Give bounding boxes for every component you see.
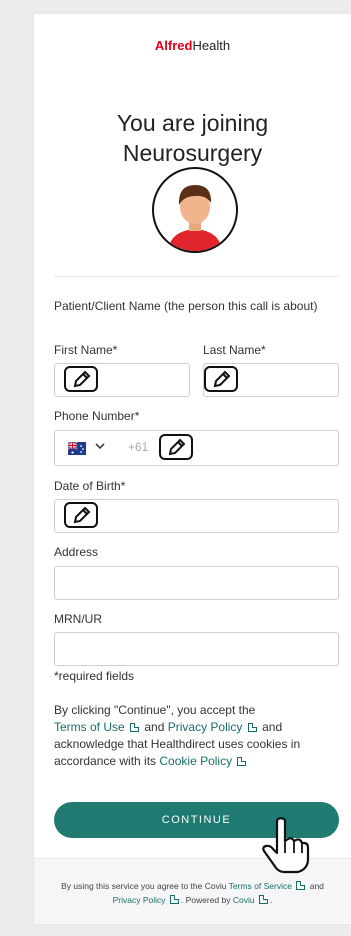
- cookie-policy-link[interactable]: Cookie Policy: [159, 754, 232, 768]
- address-label: Address: [54, 545, 99, 559]
- phone-prefix: +61: [128, 440, 149, 454]
- coviu-terms-link[interactable]: Terms of Service: [229, 881, 292, 891]
- mrn-field[interactable]: [54, 632, 339, 666]
- footer-text: By using this service you agree to the C…: [61, 881, 324, 905]
- edit-icon: [64, 366, 98, 392]
- last-name-label: Last Name*: [203, 343, 266, 357]
- divider: [54, 276, 339, 277]
- chevron-down-icon[interactable]: [95, 441, 105, 453]
- consent-text: By clicking "Continue", you accept the T…: [54, 703, 301, 768]
- section-label: Patient/Client Name (the person this cal…: [54, 299, 318, 313]
- coviu-privacy-link[interactable]: Privacy Policy: [113, 895, 166, 905]
- page-title: You are joining Neurosurgery: [116, 110, 269, 166]
- edit-icon: [159, 434, 193, 460]
- address-field[interactable]: [54, 566, 339, 600]
- dob-label: Date of Birth*: [54, 479, 126, 493]
- brand-logo: AlfredHealth: [154, 38, 231, 53]
- external-link-icon: [247, 723, 257, 732]
- external-link-icon: [237, 757, 247, 766]
- coviu-link[interactable]: Coviu: [233, 895, 255, 905]
- terms-of-use-link[interactable]: Terms of Use: [54, 720, 125, 734]
- privacy-policy-link[interactable]: Privacy Policy: [168, 720, 243, 734]
- australia-flag-icon[interactable]: [68, 442, 86, 455]
- edit-icon: [64, 502, 98, 528]
- first-name-label: First Name*: [54, 343, 118, 357]
- hand-pointer-icon: [258, 815, 312, 880]
- required-note: *required fields: [54, 669, 135, 683]
- mrn-label: MRN/UR: [54, 612, 102, 626]
- phone-label: Phone Number*: [54, 409, 140, 423]
- external-link-icon: [259, 895, 268, 904]
- external-link-icon: [296, 881, 306, 890]
- edit-icon: [204, 366, 238, 392]
- external-link-icon: [169, 895, 179, 904]
- external-link-icon: [130, 723, 140, 732]
- avatar: [152, 167, 238, 253]
